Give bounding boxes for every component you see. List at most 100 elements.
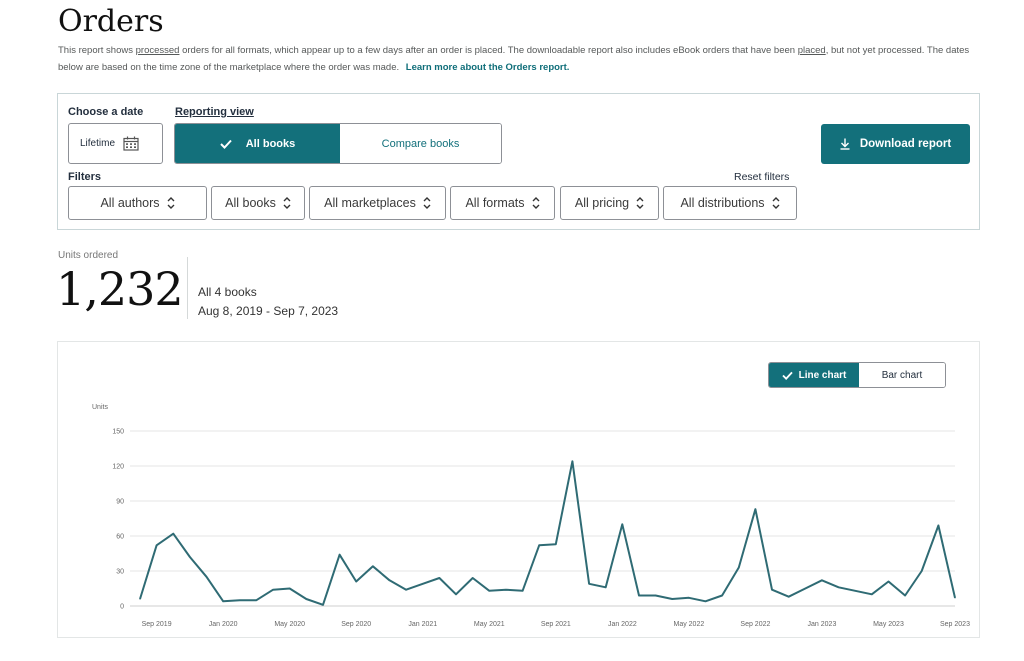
data-point	[671, 598, 673, 600]
data-point	[505, 589, 507, 591]
data-point	[854, 590, 856, 592]
page-title: Orders	[58, 4, 164, 39]
data-point	[921, 570, 923, 572]
bar-chart-button[interactable]: Bar chart	[859, 363, 945, 387]
data-point	[721, 594, 723, 597]
data-point	[322, 604, 324, 606]
calendar-icon	[123, 136, 139, 151]
data-point	[804, 587, 806, 590]
reporting-view-toggle: All books Compare books	[174, 123, 502, 164]
data-point	[239, 599, 241, 601]
data-point	[638, 594, 640, 597]
data-point	[704, 600, 707, 602]
line-chart-button[interactable]: Line chart	[769, 363, 859, 387]
learn-more-link[interactable]: Learn more about the Orders report.	[406, 62, 570, 73]
authors-select[interactable]: All authors	[68, 186, 207, 220]
chevron-updown-icon	[532, 197, 540, 209]
data-point	[205, 576, 208, 578]
x-tick-label: Sep 2022	[740, 621, 770, 628]
data-point	[771, 589, 773, 591]
data-point	[538, 544, 540, 546]
formats-select[interactable]: All formats	[450, 186, 555, 220]
y-tick-label: 60	[116, 534, 124, 541]
data-point	[372, 565, 374, 567]
date-picker[interactable]: Lifetime	[68, 123, 163, 164]
data-point	[571, 460, 574, 462]
x-tick-label: May 2022	[674, 621, 705, 628]
data-point	[172, 533, 174, 535]
chevron-updown-icon	[423, 197, 431, 209]
download-report-button[interactable]: Download report	[821, 124, 970, 164]
y-axis-label: Units	[92, 404, 108, 411]
x-tick-label: Sep 2019	[142, 621, 172, 628]
data-point	[887, 580, 890, 583]
x-tick-label: May 2020	[274, 621, 305, 628]
filter-panel: Choose a date Reporting view Lifetime Al…	[57, 93, 980, 230]
data-point	[455, 593, 457, 595]
data-point	[388, 579, 391, 581]
reset-filters-link[interactable]: Reset filters	[734, 171, 789, 183]
check-icon	[781, 371, 793, 380]
marketplaces-select[interactable]: All marketplaces	[309, 186, 446, 220]
data-point	[904, 594, 906, 597]
data-point	[588, 583, 590, 585]
data-point	[821, 579, 823, 581]
y-tick-label: 150	[112, 429, 124, 436]
data-point	[438, 577, 440, 579]
data-point	[289, 587, 291, 590]
series-line	[139, 460, 956, 606]
chevron-updown-icon	[772, 197, 780, 209]
y-tick-label: 120	[112, 464, 124, 471]
data-point	[405, 589, 407, 591]
data-point	[738, 566, 740, 569]
data-point	[521, 590, 524, 592]
placed-link[interactable]: placed	[798, 45, 826, 56]
x-tick-label: Jan 2022	[608, 621, 637, 628]
data-point	[937, 524, 939, 527]
data-point	[788, 596, 790, 598]
y-tick-label: 90	[116, 499, 124, 506]
books-select[interactable]: All books	[211, 186, 305, 220]
data-point	[488, 590, 490, 592]
x-tick-label: Sep 2020	[341, 621, 371, 628]
choose-date-label: Choose a date	[68, 106, 144, 118]
data-point	[555, 543, 557, 545]
x-tick-label: Sep 2023	[940, 621, 970, 628]
data-point	[605, 586, 607, 588]
data-point	[156, 544, 158, 546]
data-point	[255, 599, 258, 601]
chevron-updown-icon	[636, 197, 644, 209]
data-point	[422, 583, 424, 585]
filters-label: Filters	[68, 171, 102, 183]
data-point	[472, 577, 474, 579]
x-tick-label: Jan 2021	[408, 621, 437, 628]
data-point	[621, 523, 623, 525]
compare-books-view-button[interactable]: Compare books	[340, 124, 501, 163]
data-point	[954, 597, 956, 599]
data-point	[189, 556, 191, 558]
processed-link[interactable]: processed	[136, 45, 180, 56]
data-point	[655, 594, 657, 597]
data-point	[688, 597, 690, 599]
data-point	[222, 600, 224, 602]
chevron-updown-icon	[167, 197, 175, 209]
data-point	[338, 554, 341, 556]
y-tick-label: 30	[116, 569, 124, 576]
download-icon	[840, 138, 850, 150]
distributions-select[interactable]: All distributions	[663, 186, 797, 220]
chevron-updown-icon	[283, 197, 291, 209]
pricing-select[interactable]: All pricing	[560, 186, 659, 220]
y-tick-label: 0	[120, 604, 124, 611]
check-icon	[220, 139, 232, 149]
data-point	[305, 598, 307, 600]
data-point	[837, 586, 840, 588]
chart-panel: 0 30 60 90 120 150 Units Sep 2019 Jan 2020 May 20…	[57, 341, 980, 638]
reporting-view-label[interactable]: Reporting view	[175, 106, 254, 118]
x-tick-label: Sep 2021	[541, 621, 571, 628]
data-point	[272, 589, 274, 591]
all-books-view-button[interactable]: All books	[175, 124, 340, 163]
x-tick-label: Jan 2020	[209, 621, 238, 628]
data-point	[139, 598, 141, 600]
date-range: Aug 8, 2019 - Sep 7, 2023	[198, 304, 339, 318]
data-point	[871, 593, 873, 595]
